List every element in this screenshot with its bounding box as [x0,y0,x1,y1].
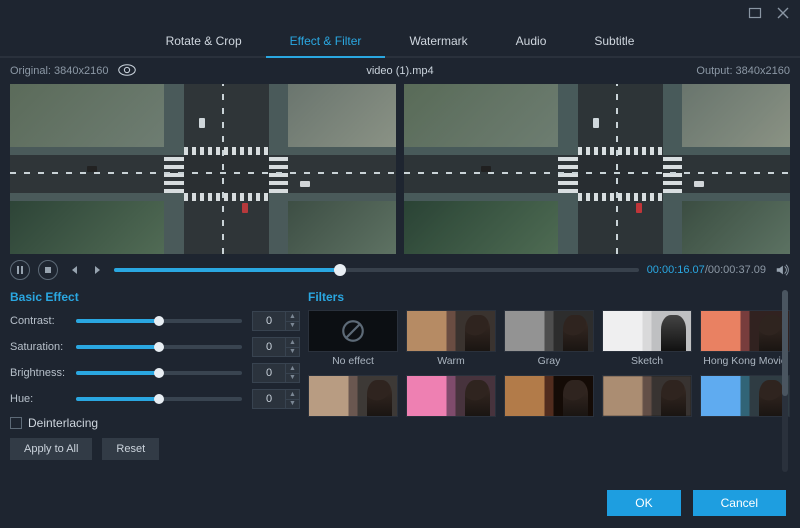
filter-warm[interactable]: Warm [406,310,496,367]
basic-effect-heading: Basic Effect [10,290,300,304]
filters-heading: Filters [308,290,790,304]
prev-frame-button[interactable] [66,260,82,280]
step-down-icon[interactable]: ▼ [286,322,299,331]
tab-subtitle[interactable]: Subtitle [570,26,658,56]
slider-label: Contrast: [10,315,76,327]
step-down-icon[interactable]: ▼ [286,348,299,357]
filename-label: video (1).mp4 [366,65,433,77]
brightness-value[interactable]: 0▲▼ [252,363,300,383]
step-up-icon[interactable]: ▲ [286,364,299,374]
tabs: Rotate & Crop Effect & Filter Watermark … [0,26,800,58]
output-resolution-label: Output: 3840x2160 [696,65,790,77]
volume-icon[interactable] [774,260,790,280]
output-preview [404,84,790,254]
maximize-icon[interactable] [748,6,762,20]
slider-label: Hue: [10,393,76,405]
eye-icon[interactable] [118,64,136,79]
ok-button[interactable]: OK [607,490,680,516]
filter-gray[interactable]: Gray [504,310,594,367]
cancel-button[interactable]: Cancel [693,490,786,516]
duration: 00:00:37.09 [708,264,766,276]
tab-watermark[interactable]: Watermark [385,26,491,56]
filter-item[interactable] [602,375,692,417]
filter-item[interactable] [406,375,496,417]
filter-item[interactable] [504,375,594,417]
tab-audio[interactable]: Audio [492,26,571,56]
step-up-icon[interactable]: ▲ [286,390,299,400]
saturation-slider[interactable] [76,345,242,349]
stop-button[interactable] [38,260,58,280]
slider-label: Saturation: [10,341,76,353]
preview-infobar: Original: 3840x2160 video (1).mp4 Output… [0,58,800,84]
close-icon[interactable] [776,6,790,20]
next-frame-button[interactable] [90,260,106,280]
contrast-slider[interactable] [76,319,242,323]
tab-rotate-crop[interactable]: Rotate & Crop [142,26,266,56]
titlebar [0,0,800,26]
original-preview [10,84,396,254]
filters-scrollbar[interactable] [782,290,788,472]
step-down-icon[interactable]: ▼ [286,400,299,409]
contrast-value[interactable]: 0▲▼ [252,311,300,331]
filter-item[interactable] [308,375,398,417]
step-up-icon[interactable]: ▲ [286,338,299,348]
filters-panel: Filters No effectWarmGraySketchHong Kong… [308,290,790,460]
deinterlacing-label: Deinterlacing [28,416,98,430]
step-up-icon[interactable]: ▲ [286,312,299,322]
apply-to-all-button[interactable]: Apply to All [10,438,92,460]
brightness-slider[interactable] [76,371,242,375]
preview-area [0,84,800,254]
time-display: 00:00:16.07/00:00:37.09 [647,264,766,276]
filter-hong-kong-movie[interactable]: Hong Kong Movie [700,310,790,367]
tab-effect-filter[interactable]: Effect & Filter [266,26,386,56]
saturation-value[interactable]: 0▲▼ [252,337,300,357]
dialog-footer: OK Cancel [607,490,786,516]
current-time: 00:00:16.07 [647,264,705,276]
hue-value[interactable]: 0▲▼ [252,389,300,409]
hue-slider[interactable] [76,397,242,401]
filter-no-effect[interactable]: No effect [308,310,398,367]
step-down-icon[interactable]: ▼ [286,374,299,383]
filter-item[interactable] [700,375,790,417]
playbar: 00:00:16.07/00:00:37.09 [0,254,800,286]
filter-sketch[interactable]: Sketch [602,310,692,367]
reset-button[interactable]: Reset [102,438,159,460]
seek-slider[interactable] [114,268,639,272]
slider-label: Brightness: [10,367,76,379]
basic-effect-panel: Basic Effect Contrast: 0▲▼ Saturation: 0▲▼ B… [10,290,300,460]
original-resolution-label: Original: 3840x2160 [10,65,108,77]
deinterlacing-checkbox[interactable] [10,417,22,429]
pause-button[interactable] [10,260,30,280]
